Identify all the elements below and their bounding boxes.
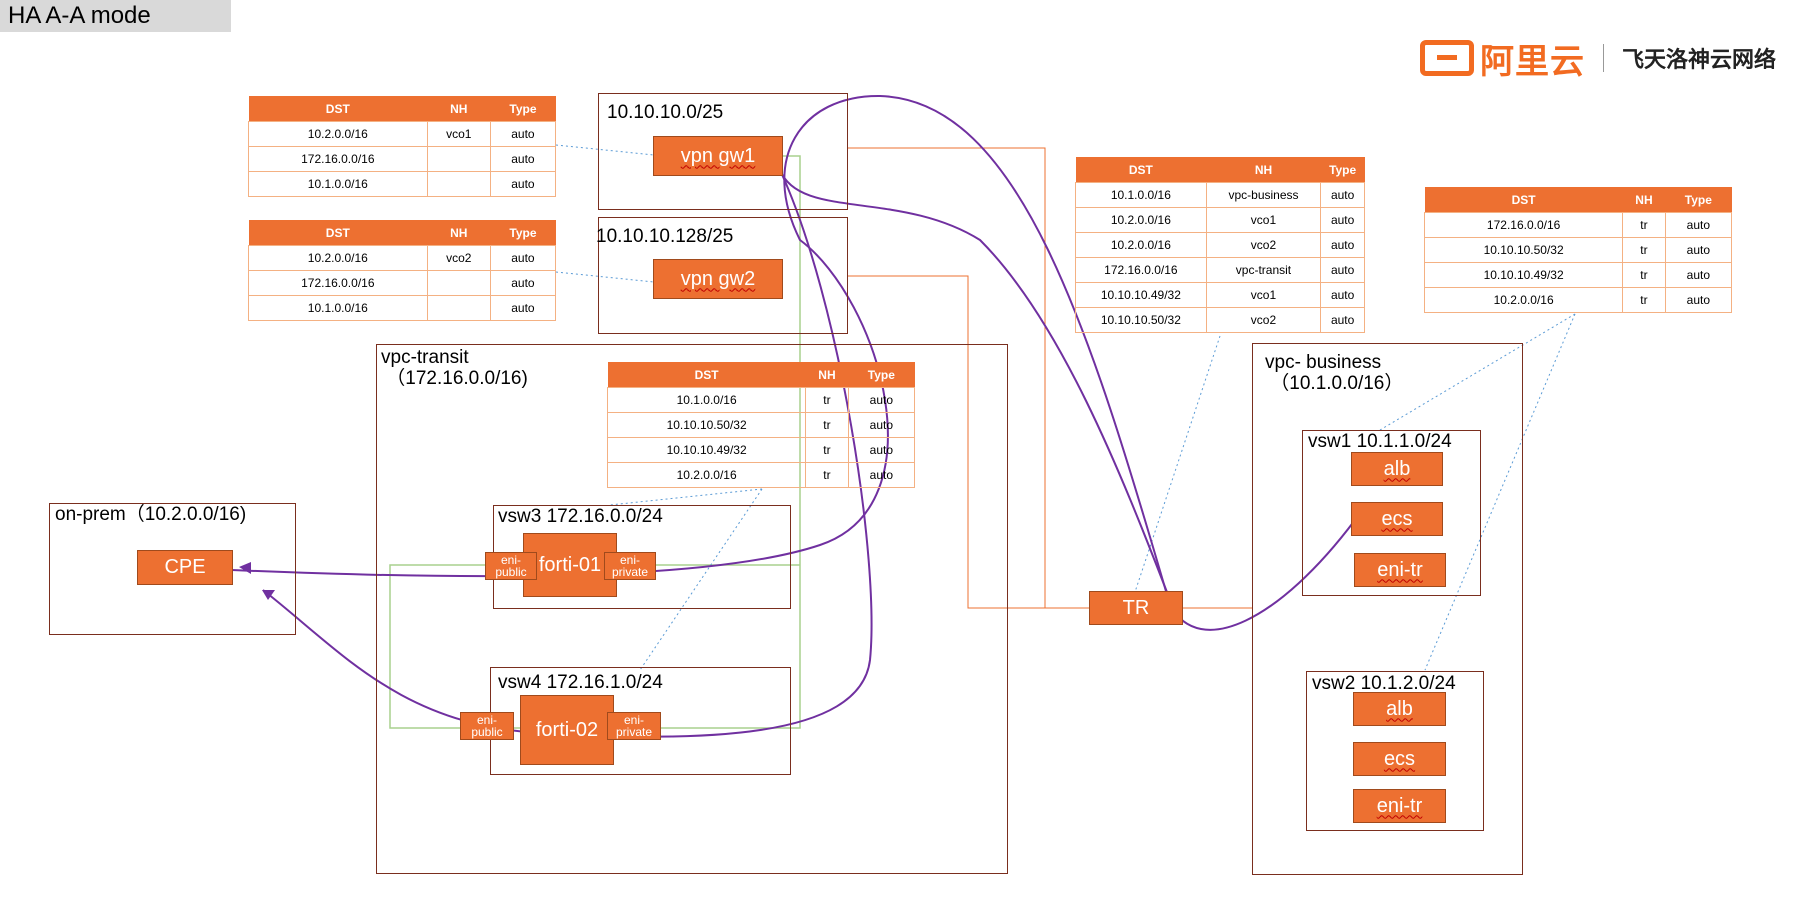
vsw1-ecs-node[interactable]: ecs xyxy=(1351,502,1443,536)
table-row: 172.16.0.0/16 auto xyxy=(248,146,557,172)
table-row: 10.1.0.0/16 auto xyxy=(248,295,557,321)
table-row: 10.2.0.0/16 vco1 auto xyxy=(1075,207,1365,233)
vsw4-eni-private[interactable]: eni- private xyxy=(607,712,661,740)
table-row: 10.10.10.50/32 vco2 auto xyxy=(1075,307,1365,333)
vpc-transit-label: vpc-transit （172.16.0.0/16) xyxy=(381,347,528,389)
gw2-cidr-label: 10.10.10.128/25 xyxy=(596,226,734,247)
vsw3-label: vsw3 172.16.0.0/24 xyxy=(498,506,663,527)
col-dst: DST xyxy=(248,220,428,246)
table-row: 10.2.0.0/16 vco2 auto xyxy=(248,245,557,271)
vpn-gw1-label: vpn gw1 xyxy=(680,144,756,167)
route-table-vpn-gw1: DST NH Type 10.2.0.0/16 vco1 auto 172.16.0… xyxy=(248,96,557,197)
dot-tr-table xyxy=(1134,335,1221,593)
vsw2-eni-tr-node[interactable]: eni-tr xyxy=(1353,789,1446,823)
vpc-business-label: vpc- business （10.1.0.0/16） xyxy=(1265,352,1404,394)
table-row: 10.10.10.49/32 vco1 auto xyxy=(1075,282,1365,308)
table-row: 10.10.10.50/32 tr auto xyxy=(1423,237,1733,263)
col-type: Type xyxy=(1320,157,1365,183)
vsw2-eni-tr-label: eni-tr xyxy=(1376,794,1423,817)
vpn-gw2-label: vpn gw2 xyxy=(680,267,756,290)
tr-node[interactable]: TR xyxy=(1089,591,1183,625)
vpn-gw2-node[interactable]: vpn gw2 xyxy=(653,259,783,299)
on-prem-label: on-prem（10.2.0.0/16) xyxy=(55,504,247,525)
vsw2-label: vsw2 10.1.2.0/24 xyxy=(1312,673,1456,694)
col-nh: NH xyxy=(427,220,491,246)
forti-01-label: forti-01 xyxy=(538,553,602,576)
tr-label: TR xyxy=(1122,596,1150,619)
vsw3-eni-private[interactable]: eni- private xyxy=(604,552,656,580)
table-row: 10.1.0.0/16 vpc-business auto xyxy=(1075,182,1365,208)
col-type: Type xyxy=(490,220,556,246)
gw1-cidr-label: 10.10.10.0/25 xyxy=(607,102,724,123)
route-table-vpc-business: DST NH Type 172.16.0.0/16 tr auto 10.10.10… xyxy=(1423,187,1733,313)
vsw2-alb-node[interactable]: alb xyxy=(1353,692,1446,726)
table-row: 172.16.0.0/16 tr auto xyxy=(1423,212,1733,238)
vpc-transit-container: vpc-transit （172.16.0.0/16) xyxy=(376,344,1008,874)
vsw1-eni-tr-node[interactable]: eni-tr xyxy=(1354,553,1446,587)
cpe-node[interactable]: CPE xyxy=(137,550,233,585)
table-row: 10.1.0.0/16 auto xyxy=(248,171,557,197)
col-nh: NH xyxy=(1206,157,1321,183)
col-nh: NH xyxy=(427,96,491,122)
table-row: 172.16.0.0/16 auto xyxy=(248,270,557,296)
col-nh: NH xyxy=(1622,187,1666,213)
forti-02-label: forti-02 xyxy=(535,718,599,741)
vsw2-ecs-label: ecs xyxy=(1383,747,1416,770)
vsw3-eni-public[interactable]: eni- public xyxy=(485,552,537,580)
forti-01-node[interactable]: forti-01 xyxy=(523,533,617,597)
col-type: Type xyxy=(490,96,556,122)
vsw1-eni-tr-label: eni-tr xyxy=(1377,558,1423,581)
vsw1-alb-label: alb xyxy=(1383,457,1411,480)
route-table-tr: DST NH Type 10.1.0.0/16 vpc-business auto … xyxy=(1075,157,1365,333)
col-dst: DST xyxy=(1424,187,1623,213)
vpn-gw1-node[interactable]: vpn gw1 xyxy=(653,136,783,176)
cpe-label: CPE xyxy=(164,556,206,578)
forti-02-node[interactable]: forti-02 xyxy=(520,695,614,765)
vsw2-ecs-node[interactable]: ecs xyxy=(1353,742,1446,776)
table-row: 10.2.0.0/16 vco1 auto xyxy=(248,121,557,147)
vsw2-alb-label: alb xyxy=(1386,697,1413,720)
vsw4-label: vsw4 172.16.1.0/24 xyxy=(498,672,663,693)
vsw1-label: vsw1 10.1.1.0/24 xyxy=(1308,431,1452,452)
vsw1-alb-node[interactable]: alb xyxy=(1351,452,1443,486)
vsw1-ecs-label: ecs xyxy=(1381,507,1413,530)
route-table-vpn-gw2: DST NH Type 10.2.0.0/16 vco2 auto 172.16.0… xyxy=(248,220,557,321)
col-dst: DST xyxy=(1075,157,1207,183)
table-row: 10.2.0.0/16 tr auto xyxy=(1423,287,1733,313)
col-type: Type xyxy=(1665,187,1732,213)
table-row: 10.2.0.0/16 vco2 auto xyxy=(1075,232,1365,258)
table-row: 172.16.0.0/16 vpc-transit auto xyxy=(1075,257,1365,283)
col-dst: DST xyxy=(248,96,428,122)
vsw4-eni-public[interactable]: eni- public xyxy=(460,712,514,740)
table-row: 10.10.10.49/32 tr auto xyxy=(1423,262,1733,288)
